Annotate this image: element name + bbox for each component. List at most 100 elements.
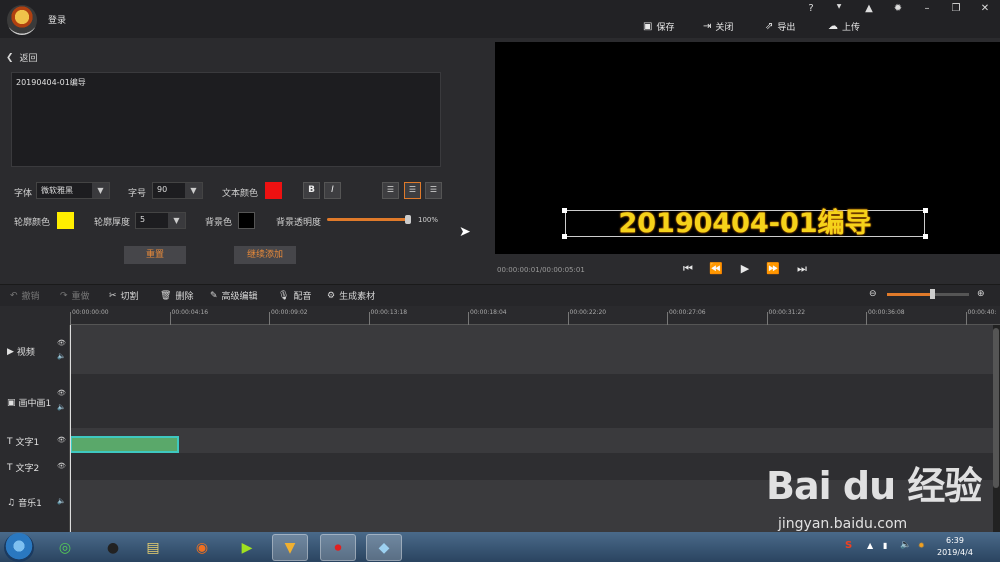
sogou-ime-icon[interactable]: S [845, 540, 852, 551]
bg-opacity-label: 背景透明度 [276, 218, 322, 228]
upload-button[interactable]: ☁ 上传 [828, 19, 860, 33]
timeline-scrollbar-thumb[interactable] [993, 328, 999, 488]
align-right-button[interactable]: ☰ [425, 182, 442, 199]
ruler-tick-line [965, 312, 967, 325]
speaker-icon[interactable]: 🔈 [57, 403, 66, 411]
play-icon[interactable]: ▶ [737, 261, 753, 277]
close-project-button[interactable]: ⇥ 关闭 [703, 19, 733, 33]
taskbar-clock[interactable]: 6:39 2019/4/4 [937, 535, 973, 559]
gear-icon[interactable]: ✹ [891, 3, 905, 15]
ruler-tick-label: 00:00:36:08 [868, 309, 905, 316]
playhead[interactable] [70, 312, 71, 537]
continue-add-button[interactable]: 继续添加 [234, 246, 296, 264]
outline-width-select[interactable]: 5 ▼ [135, 212, 186, 229]
skip-end-icon[interactable]: ⏭ [794, 261, 810, 277]
taskbar-app-qq[interactable]: ● [95, 534, 131, 561]
pencil-icon: ✎ [210, 290, 218, 301]
volume-icon[interactable]: 🔈 [900, 540, 911, 550]
resize-handle[interactable] [923, 234, 928, 239]
zoom-slider-handle[interactable] [930, 289, 935, 299]
login-link[interactable]: 登录 [48, 13, 66, 26]
export-button[interactable]: ⇗ 导出 [765, 19, 795, 33]
eye-icon[interactable]: 👁 [57, 462, 66, 470]
speaker-icon[interactable]: 🔈 [57, 352, 66, 360]
track-name: 视频 [16, 348, 35, 358]
step-forward-icon[interactable]: ⏩ [765, 261, 781, 277]
battery-icon[interactable]: ▮ [883, 541, 887, 550]
app-window: 登录 ? ▼ ▲ ✹ – ❐ ✕ ▣ 保存 ⇥ 关闭 ⇗ 导出 ☁ 上传 ❮ 返… [0, 0, 1000, 562]
resize-handle[interactable] [562, 234, 567, 239]
skip-start-icon[interactable]: ⏮ [680, 261, 696, 277]
vip-icon[interactable]: ▼ [832, 3, 846, 15]
generate-material-button[interactable]: ⚙ 生成素材 [327, 289, 375, 303]
bg-color-swatch[interactable] [238, 212, 255, 229]
dub-button[interactable]: 🎙 配音 [278, 289, 311, 303]
tray-expand-icon[interactable]: ▲ [867, 541, 873, 550]
network-icon[interactable]: ✹ [918, 541, 925, 550]
taskbar-app-notepad[interactable]: ◆ [366, 534, 402, 561]
preview-timecode: 00:00:00:01/00:00:05:01 [497, 266, 585, 274]
redo-button[interactable]: ↷ 重做 [60, 289, 90, 303]
align-center-button[interactable]: ☰ [404, 182, 421, 199]
bg-opacity-slider[interactable] [327, 218, 409, 221]
bg-opacity-slider-handle[interactable] [405, 215, 411, 224]
ruler-tick-label: 00:00:40: [967, 309, 997, 316]
size-value: 90 [157, 185, 168, 194]
track-row-text1[interactable] [70, 428, 994, 453]
step-back-icon[interactable]: ⏪ [708, 261, 724, 277]
track-name: 文字1 [15, 438, 40, 448]
timeline-ruler[interactable] [70, 306, 1000, 325]
start-button[interactable] [4, 533, 34, 562]
advanced-edit-button[interactable]: ✎ 高级编辑 [210, 289, 258, 303]
italic-button[interactable]: I [324, 182, 341, 199]
record-icon: ⏺ [334, 539, 342, 556]
text-clip[interactable] [70, 436, 179, 453]
reset-button[interactable]: 重置 [124, 246, 186, 264]
taskbar-app-firefox[interactable]: ◉ [184, 534, 220, 561]
font-select[interactable]: 微软雅黑 ▼ [36, 182, 110, 199]
taskbar-app-video-editor[interactable]: ▼ [272, 534, 308, 561]
track-label-music: ♫ 音乐1 [7, 496, 42, 510]
zoom-slider-fill [887, 293, 933, 296]
ruler-tick-label: 00:00:27:06 [669, 309, 706, 316]
align-left-button[interactable]: ☰ [382, 182, 399, 199]
back-button[interactable]: ❮ 返回 [6, 51, 38, 65]
zoom-out-icon: ⊖ [869, 289, 877, 299]
taskbar-app-player[interactable]: ▶ [229, 534, 265, 561]
track-row-video[interactable] [70, 325, 994, 374]
speaker-icon[interactable]: 🔈 [57, 497, 66, 505]
text-content-input[interactable]: 20190404-01编导 [11, 72, 441, 167]
resize-handle[interactable] [923, 208, 928, 213]
baidu-watermark-url: jingyan.baidu.com [778, 516, 908, 532]
restore-icon[interactable]: ❐ [949, 3, 963, 15]
ruler-tick-label: 00:00:09:02 [271, 309, 308, 316]
help-icon[interactable]: ? [804, 3, 818, 15]
preview-text-overlay[interactable]: 20190404-01编导 [565, 210, 925, 237]
delete-label: 删除 [175, 292, 194, 302]
zoom-out-button[interactable]: ⊖ [869, 289, 877, 299]
outline-color-swatch[interactable] [57, 212, 74, 229]
save-button[interactable]: ▣ 保存 [643, 19, 674, 33]
undo-button[interactable]: ↶ 撤销 [10, 289, 40, 303]
bell-icon[interactable]: ▲ [862, 3, 876, 15]
align-left-icon: ☰ [386, 185, 395, 194]
taskbar-app-explorer[interactable]: ▤ [135, 534, 171, 561]
close-icon[interactable]: ✕ [978, 3, 992, 15]
eye-icon[interactable]: 👁 [57, 339, 66, 347]
cut-button[interactable]: ✂ 切割 [109, 289, 139, 303]
eye-icon[interactable]: 👁 [57, 436, 66, 444]
taskbar-app-360[interactable]: ◎ [47, 534, 83, 561]
resize-handle[interactable] [562, 208, 567, 213]
bold-button[interactable]: B [303, 182, 320, 199]
eye-icon[interactable]: 👁 [57, 389, 66, 397]
zoom-in-button[interactable]: ⊕ [977, 289, 985, 299]
delete-button[interactable]: 🗑 删除 [160, 289, 194, 303]
track-row-pip[interactable] [70, 374, 994, 428]
size-select[interactable]: 90 ▼ [152, 182, 203, 199]
taskbar-app-recorder[interactable]: ⏺ [320, 534, 356, 561]
video-editor-icon: ▼ [284, 539, 296, 556]
text-color-swatch[interactable] [265, 182, 282, 199]
export-icon: ⇗ [765, 20, 774, 32]
zoom-in-icon: ⊕ [977, 289, 985, 299]
minimize-icon[interactable]: – [920, 3, 934, 15]
